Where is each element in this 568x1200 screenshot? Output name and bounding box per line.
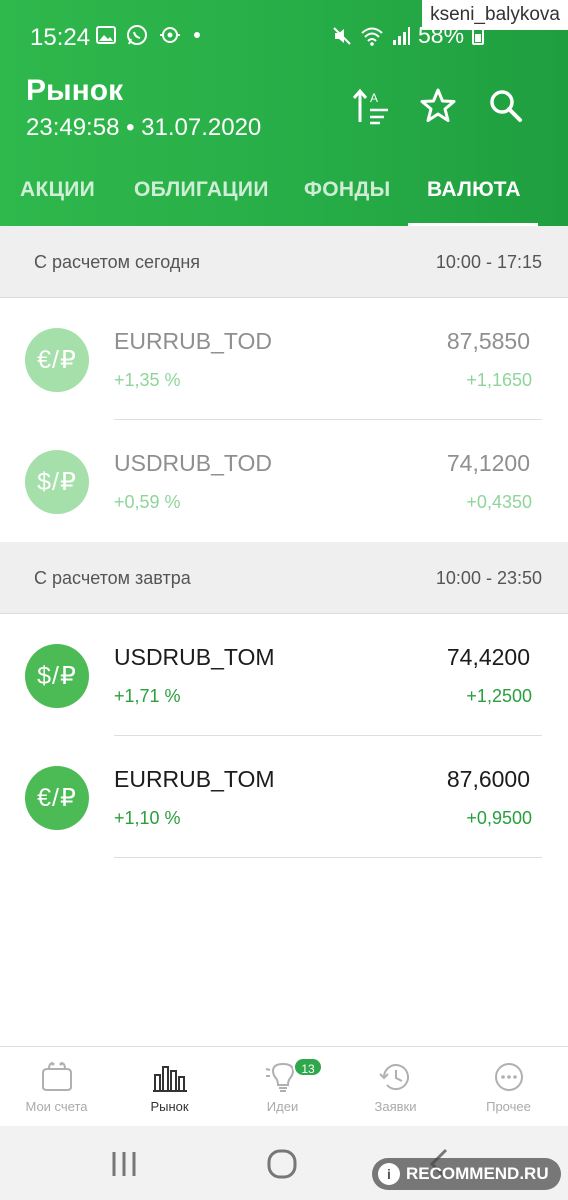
change-percent: +1,35 % xyxy=(114,370,181,390)
dollar-ruble-icon: $/₽ xyxy=(25,450,89,514)
page-title: Рынок xyxy=(26,74,124,107)
euro-ruble-icon: €/₽ xyxy=(25,766,89,830)
svg-text:A: A xyxy=(370,91,378,105)
instrument-row[interactable]: €/₽ EURRUB_TOM +1,10 % 87,6000 +0,9500 xyxy=(0,736,568,858)
status-left-icons xyxy=(96,24,202,46)
ticker: EURRUB_TOM xyxy=(114,766,275,792)
mute-icon xyxy=(333,26,351,45)
change-value: +0,4350 xyxy=(466,492,532,512)
nav-accounts[interactable]: Мои счета xyxy=(0,1047,113,1127)
wifi-icon xyxy=(361,27,383,46)
status-time: 15:24 xyxy=(30,24,91,51)
section-label: С расчетом завтра xyxy=(34,568,191,588)
star-icon[interactable] xyxy=(418,86,458,126)
instrument-row[interactable]: $/₽ USDRUB_TOD +0,59 % 74,1200 +0,4350 xyxy=(0,420,568,542)
price: 87,6000 xyxy=(446,766,530,792)
ticker: EURRUB_TOD xyxy=(114,328,273,354)
image-icon xyxy=(96,26,116,44)
section-header-today: С расчетом сегодня 10:00 - 17:15 xyxy=(0,226,568,298)
instrument-row[interactable]: €/₽ EURRUB_TOD +1,35 % 87,5850 +1,1650 xyxy=(0,298,568,420)
signal-icon xyxy=(393,26,410,45)
recommend-logo: i RECOMMEND.RU xyxy=(372,1158,561,1190)
nav-orders[interactable]: Заявки xyxy=(339,1047,452,1127)
change-percent: +0,59 % xyxy=(114,492,181,512)
nav-label: Заявки xyxy=(374,1099,417,1114)
page-timestamp: 23:49:58 • 31.07.2020 xyxy=(26,114,262,141)
ideas-badge: 13 xyxy=(293,1057,323,1077)
sort-icon[interactable]: A xyxy=(350,86,390,126)
ticker: USDRUB_TOM xyxy=(114,644,275,670)
tab-bonds[interactable]: ОБЛИГАЦИИ xyxy=(134,178,269,202)
tab-funds[interactable]: ФОНДЫ xyxy=(304,178,390,202)
change-value: +1,1650 xyxy=(466,370,532,390)
wallet-icon xyxy=(42,1062,72,1091)
nav-more[interactable]: Прочее xyxy=(452,1047,565,1127)
section-header-tomorrow: С расчетом завтра 10:00 - 23:50 xyxy=(0,542,568,614)
tab-stocks[interactable]: АКЦИИ xyxy=(20,178,95,202)
recommend-logo-text: RECOMMEND.RU xyxy=(406,1164,549,1183)
app-header: 15:24 58% kseni_balykova Рынок 23:49:58 … xyxy=(0,0,568,226)
price: 87,5850 xyxy=(446,328,530,354)
more-dots-icon xyxy=(495,1063,523,1091)
section-label: С расчетом сегодня xyxy=(34,252,201,272)
change-value: +1,2500 xyxy=(466,686,532,706)
dollar-ruble-icon: $/₽ xyxy=(25,644,89,708)
vpn-icon xyxy=(160,27,180,43)
recent-apps-icon[interactable] xyxy=(104,1144,144,1184)
market-chart-icon xyxy=(153,1066,187,1092)
nav-ideas[interactable]: 13 Идеи xyxy=(226,1047,339,1127)
recommend-mark-icon: i xyxy=(378,1163,400,1185)
section-hours: 10:00 - 23:50 xyxy=(435,568,542,588)
change-value: +0,9500 xyxy=(466,808,532,828)
search-icon[interactable] xyxy=(486,86,526,126)
tab-currency[interactable]: ВАЛЮТА xyxy=(427,178,521,202)
price: 74,4200 xyxy=(446,644,530,670)
ticker: USDRUB_TOD xyxy=(114,450,273,476)
dot-icon xyxy=(194,32,200,38)
whatsapp-icon xyxy=(127,25,147,45)
user-watermark: kseni_balykova xyxy=(422,0,568,30)
nav-label: Идеи xyxy=(266,1099,299,1114)
home-icon[interactable] xyxy=(262,1144,302,1184)
nav-market[interactable]: Рынок xyxy=(113,1047,226,1127)
category-tabs: АКЦИИ ОБЛИГАЦИИ ФОНДЫ ВАЛЮТА xyxy=(0,152,568,226)
row-divider xyxy=(114,857,542,858)
nav-label: Мои счета xyxy=(25,1099,88,1114)
section-hours: 10:00 - 17:15 xyxy=(435,252,542,272)
bottom-navigation: Мои счета Рынок 13 Идеи Заявки Прочее xyxy=(0,1046,568,1126)
nav-label: Прочее xyxy=(486,1099,531,1114)
price: 74,1200 xyxy=(446,450,530,476)
change-percent: +1,10 % xyxy=(114,808,181,828)
instrument-row[interactable]: $/₽ USDRUB_TOM +1,71 % 74,4200 +1,2500 xyxy=(0,614,568,736)
change-percent: +1,71 % xyxy=(114,686,181,706)
nav-label: Рынок xyxy=(150,1099,189,1114)
euro-ruble-icon: €/₽ xyxy=(25,328,89,392)
history-clock-icon xyxy=(379,1064,409,1091)
